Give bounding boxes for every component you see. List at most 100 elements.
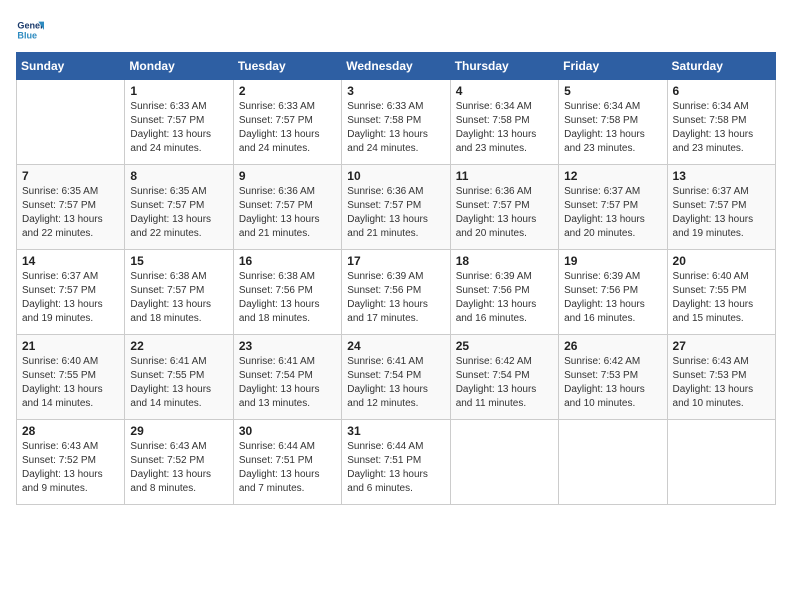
day-number: 30 <box>239 424 336 438</box>
calendar-cell <box>17 80 125 165</box>
calendar-cell: 3 Sunrise: 6:33 AM Sunset: 7:58 PM Daylig… <box>342 80 450 165</box>
day-info: Sunrise: 6:42 AM Sunset: 7:54 PM Dayligh… <box>456 355 553 411</box>
calendar-cell: 2 Sunrise: 6:33 AM Sunset: 7:57 PM Daylig… <box>233 80 341 165</box>
day-number: 26 <box>564 339 661 353</box>
day-number: 10 <box>347 169 444 183</box>
day-info: Sunrise: 6:37 AM Sunset: 7:57 PM Dayligh… <box>22 270 119 326</box>
page-header: General Blue <box>16 16 776 44</box>
day-info: Sunrise: 6:34 AM Sunset: 7:58 PM Dayligh… <box>673 100 770 156</box>
day-number: 21 <box>22 339 119 353</box>
day-number: 5 <box>564 84 661 98</box>
calendar-week-5: 28 Sunrise: 6:43 AM Sunset: 7:52 PM Dayli… <box>17 420 776 505</box>
day-info: Sunrise: 6:37 AM Sunset: 7:57 PM Dayligh… <box>673 185 770 241</box>
calendar-cell: 12 Sunrise: 6:37 AM Sunset: 7:57 PM Dayli… <box>559 165 667 250</box>
calendar-cell: 30 Sunrise: 6:44 AM Sunset: 7:51 PM Dayli… <box>233 420 341 505</box>
calendar-week-1: 1 Sunrise: 6:33 AM Sunset: 7:57 PM Daylig… <box>17 80 776 165</box>
day-info: Sunrise: 6:43 AM Sunset: 7:52 PM Dayligh… <box>130 440 227 496</box>
calendar-cell: 10 Sunrise: 6:36 AM Sunset: 7:57 PM Dayli… <box>342 165 450 250</box>
day-number: 19 <box>564 254 661 268</box>
day-number: 27 <box>673 339 770 353</box>
day-number: 8 <box>130 169 227 183</box>
day-number: 7 <box>22 169 119 183</box>
calendar-header-row: SundayMondayTuesdayWednesdayThursdayFrid… <box>17 53 776 80</box>
calendar-cell: 23 Sunrise: 6:41 AM Sunset: 7:54 PM Dayli… <box>233 335 341 420</box>
day-info: Sunrise: 6:40 AM Sunset: 7:55 PM Dayligh… <box>673 270 770 326</box>
day-number: 11 <box>456 169 553 183</box>
calendar-cell: 22 Sunrise: 6:41 AM Sunset: 7:55 PM Dayli… <box>125 335 233 420</box>
day-number: 29 <box>130 424 227 438</box>
header-tuesday: Tuesday <box>233 53 341 80</box>
calendar-cell: 29 Sunrise: 6:43 AM Sunset: 7:52 PM Dayli… <box>125 420 233 505</box>
day-info: Sunrise: 6:41 AM Sunset: 7:54 PM Dayligh… <box>239 355 336 411</box>
header-wednesday: Wednesday <box>342 53 450 80</box>
calendar-cell: 11 Sunrise: 6:36 AM Sunset: 7:57 PM Dayli… <box>450 165 558 250</box>
calendar-week-2: 7 Sunrise: 6:35 AM Sunset: 7:57 PM Daylig… <box>17 165 776 250</box>
day-number: 1 <box>130 84 227 98</box>
day-number: 12 <box>564 169 661 183</box>
day-number: 3 <box>347 84 444 98</box>
day-number: 23 <box>239 339 336 353</box>
day-number: 17 <box>347 254 444 268</box>
calendar-cell: 28 Sunrise: 6:43 AM Sunset: 7:52 PM Dayli… <box>17 420 125 505</box>
header-saturday: Saturday <box>667 53 775 80</box>
calendar-body: 1 Sunrise: 6:33 AM Sunset: 7:57 PM Daylig… <box>17 80 776 505</box>
day-number: 18 <box>456 254 553 268</box>
calendar-cell: 8 Sunrise: 6:35 AM Sunset: 7:57 PM Daylig… <box>125 165 233 250</box>
calendar-week-3: 14Sunrise: 6:37 AM Sunset: 7:57 PM Dayli… <box>17 250 776 335</box>
calendar-cell: 19 Sunrise: 6:39 AM Sunset: 7:56 PM Dayli… <box>559 250 667 335</box>
day-info: Sunrise: 6:33 AM Sunset: 7:58 PM Dayligh… <box>347 100 444 156</box>
day-number: 20 <box>673 254 770 268</box>
day-info: Sunrise: 6:33 AM Sunset: 7:57 PM Dayligh… <box>130 100 227 156</box>
calendar-cell: 18Sunrise: 6:39 AM Sunset: 7:56 PM Dayli… <box>450 250 558 335</box>
calendar-cell <box>559 420 667 505</box>
calendar-cell: 14Sunrise: 6:37 AM Sunset: 7:57 PM Dayli… <box>17 250 125 335</box>
day-info: Sunrise: 6:37 AM Sunset: 7:57 PM Dayligh… <box>564 185 661 241</box>
logo: General Blue <box>16 16 48 44</box>
calendar-cell: 13 Sunrise: 6:37 AM Sunset: 7:57 PM Dayli… <box>667 165 775 250</box>
day-number: 9 <box>239 169 336 183</box>
day-number: 28 <box>22 424 119 438</box>
calendar-cell: 17 Sunrise: 6:39 AM Sunset: 7:56 PM Dayli… <box>342 250 450 335</box>
header-sunday: Sunday <box>17 53 125 80</box>
svg-text:Blue: Blue <box>17 30 37 40</box>
header-thursday: Thursday <box>450 53 558 80</box>
calendar-cell: 24 Sunrise: 6:41 AM Sunset: 7:54 PM Dayli… <box>342 335 450 420</box>
day-info: Sunrise: 6:41 AM Sunset: 7:55 PM Dayligh… <box>130 355 227 411</box>
day-info: Sunrise: 6:39 AM Sunset: 7:56 PM Dayligh… <box>564 270 661 326</box>
day-info: Sunrise: 6:36 AM Sunset: 7:57 PM Dayligh… <box>347 185 444 241</box>
day-info: Sunrise: 6:38 AM Sunset: 7:57 PM Dayligh… <box>130 270 227 326</box>
day-info: Sunrise: 6:35 AM Sunset: 7:57 PM Dayligh… <box>130 185 227 241</box>
day-info: Sunrise: 6:43 AM Sunset: 7:52 PM Dayligh… <box>22 440 119 496</box>
calendar-cell: 26 Sunrise: 6:42 AM Sunset: 7:53 PM Dayli… <box>559 335 667 420</box>
calendar-cell: 7Sunrise: 6:35 AM Sunset: 7:57 PM Daylig… <box>17 165 125 250</box>
day-number: 15 <box>130 254 227 268</box>
day-number: 2 <box>239 84 336 98</box>
day-info: Sunrise: 6:33 AM Sunset: 7:57 PM Dayligh… <box>239 100 336 156</box>
calendar-cell: 25 Sunrise: 6:42 AM Sunset: 7:54 PM Dayli… <box>450 335 558 420</box>
calendar-cell: 15 Sunrise: 6:38 AM Sunset: 7:57 PM Dayli… <box>125 250 233 335</box>
calendar-cell: 9 Sunrise: 6:36 AM Sunset: 7:57 PM Daylig… <box>233 165 341 250</box>
calendar-cell: 4Sunrise: 6:34 AM Sunset: 7:58 PM Daylig… <box>450 80 558 165</box>
day-info: Sunrise: 6:38 AM Sunset: 7:56 PM Dayligh… <box>239 270 336 326</box>
day-info: Sunrise: 6:39 AM Sunset: 7:56 PM Dayligh… <box>347 270 444 326</box>
day-info: Sunrise: 6:42 AM Sunset: 7:53 PM Dayligh… <box>564 355 661 411</box>
day-number: 24 <box>347 339 444 353</box>
day-info: Sunrise: 6:41 AM Sunset: 7:54 PM Dayligh… <box>347 355 444 411</box>
day-number: 16 <box>239 254 336 268</box>
calendar-week-4: 21Sunrise: 6:40 AM Sunset: 7:55 PM Dayli… <box>17 335 776 420</box>
calendar-cell: 16 Sunrise: 6:38 AM Sunset: 7:56 PM Dayli… <box>233 250 341 335</box>
day-info: Sunrise: 6:34 AM Sunset: 7:58 PM Dayligh… <box>564 100 661 156</box>
day-info: Sunrise: 6:36 AM Sunset: 7:57 PM Dayligh… <box>456 185 553 241</box>
day-number: 13 <box>673 169 770 183</box>
header-friday: Friday <box>559 53 667 80</box>
calendar-cell: 21Sunrise: 6:40 AM Sunset: 7:55 PM Dayli… <box>17 335 125 420</box>
day-number: 6 <box>673 84 770 98</box>
header-monday: Monday <box>125 53 233 80</box>
day-number: 4 <box>456 84 553 98</box>
calendar-cell <box>667 420 775 505</box>
day-number: 22 <box>130 339 227 353</box>
calendar-cell: 5 Sunrise: 6:34 AM Sunset: 7:58 PM Daylig… <box>559 80 667 165</box>
day-number: 25 <box>456 339 553 353</box>
day-info: Sunrise: 6:44 AM Sunset: 7:51 PM Dayligh… <box>239 440 336 496</box>
day-info: Sunrise: 6:36 AM Sunset: 7:57 PM Dayligh… <box>239 185 336 241</box>
